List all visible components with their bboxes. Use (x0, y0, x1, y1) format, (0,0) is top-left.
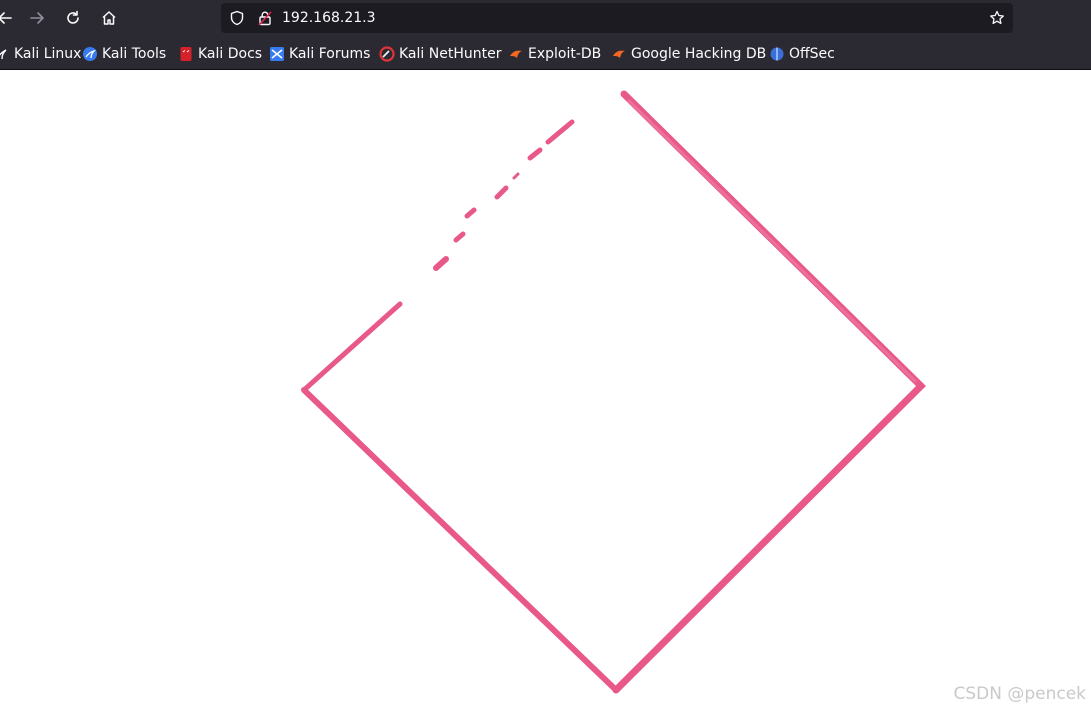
back-button[interactable] (0, 5, 18, 31)
home-button[interactable] (96, 5, 122, 31)
ghdb-icon (611, 46, 627, 62)
shield-icon[interactable] (228, 9, 246, 27)
address-bar[interactable]: 192.168.21.3 (221, 3, 1013, 33)
bookmark-kali-nethunter[interactable]: Kali NetHunter (379, 43, 501, 65)
forward-button[interactable] (24, 5, 50, 31)
browser-chrome: 192.168.21.3 Kali Linux Kali Tools Kali … (0, 0, 1091, 70)
url-text[interactable]: 192.168.21.3 (282, 9, 376, 27)
home-icon (102, 11, 116, 25)
offsec-icon (769, 46, 785, 62)
bookmark-kali-tools[interactable]: Kali Tools (82, 43, 166, 65)
kali-dragon-icon (0, 46, 10, 62)
kali-tools-icon (82, 46, 98, 62)
bookmark-label: Kali Linux (14, 46, 82, 62)
bookmark-label: Exploit-DB (528, 46, 602, 62)
kali-docs-icon (178, 46, 194, 62)
bookmark-google-hacking-db[interactable]: Google Hacking DB (611, 43, 766, 65)
watermark: CSDN @pencek (953, 684, 1086, 704)
bookmark-label: Kali Docs (198, 46, 263, 62)
nethunter-icon (379, 46, 395, 62)
arrow-left-icon (0, 12, 12, 24)
bookmark-kali-linux[interactable]: Kali Linux (0, 43, 81, 65)
bookmark-label: Google Hacking DB (631, 46, 767, 62)
insecure-lock-icon[interactable] (256, 9, 274, 27)
exploit-db-icon (508, 46, 524, 62)
bookmark-kali-docs[interactable]: Kali Docs (178, 43, 262, 65)
bookmark-offsec[interactable]: OffSec (769, 43, 835, 65)
bookmark-exploit-db[interactable]: Exploit-DB (508, 43, 601, 65)
navigation-toolbar: 192.168.21.3 (0, 0, 1091, 37)
reload-button[interactable] (60, 5, 86, 31)
reload-icon (67, 10, 79, 24)
bookmark-label: Kali NetHunter (399, 46, 502, 62)
bookmark-label: Kali Forums (289, 46, 371, 62)
arrow-right-icon (30, 12, 44, 24)
star-bookmark-icon[interactable] (988, 9, 1006, 27)
diamond-image (301, 90, 926, 694)
bookmark-label: Kali Tools (102, 46, 167, 62)
bookmark-kali-forums[interactable]: Kali Forums (269, 43, 370, 65)
bookmark-label: OffSec (789, 46, 835, 62)
bookmarks-toolbar: Kali Linux Kali Tools Kali Docs Kali For… (0, 40, 1091, 68)
page-content: CSDN @pencek (0, 70, 1091, 710)
kali-forums-icon (269, 46, 285, 62)
